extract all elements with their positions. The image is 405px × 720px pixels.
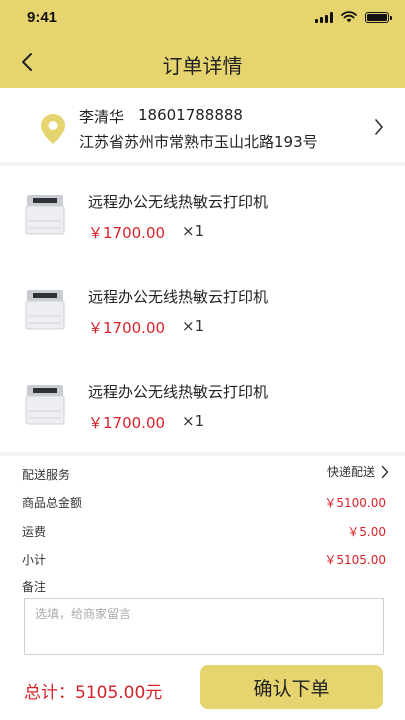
chevron-right-icon xyxy=(381,465,389,478)
page-title: 订单详情 xyxy=(162,54,243,78)
wifi-icon xyxy=(341,11,357,23)
product-item[interactable]: 远程办公无线热敏云打印机 ￥1700.00 ×1 xyxy=(0,356,405,451)
product-price: ￥1700.00 xyxy=(88,414,166,432)
recipient-address: 江苏省苏州市常熟市玉山北路193号 xyxy=(79,133,318,151)
status-time: 9:41 xyxy=(27,9,58,26)
note-label: 备注 xyxy=(22,580,47,594)
product-quantity: ×1 xyxy=(182,317,205,335)
status-bar: 9:41 xyxy=(0,0,405,36)
cellular-signal-icon xyxy=(315,11,333,23)
shipping-method-selector[interactable]: 快递配送 xyxy=(327,463,389,480)
recipient-name: 李清华 xyxy=(79,108,125,126)
product-list: 远程办公无线热敏云打印机 ￥1700.00 ×1 远程办公无线热敏云打印机 ￥1… xyxy=(0,166,405,452)
chevron-right-icon xyxy=(375,119,383,135)
product-item[interactable]: 远程办公无线热敏云打印机 ￥1700.00 ×1 xyxy=(0,166,405,261)
freight-value: ￥5.00 xyxy=(347,525,386,539)
subtotal-label: 小计 xyxy=(22,553,47,567)
battery-icon xyxy=(365,11,392,23)
recipient-phone: 18601788888 xyxy=(138,106,243,124)
printer-image xyxy=(25,385,65,425)
goods-total-label: 商品总金额 xyxy=(22,496,83,510)
product-name: 远程办公无线热敏云打印机 xyxy=(88,193,269,211)
product-price: ￥1700.00 xyxy=(88,224,166,242)
subtotal-value: ￥5105.00 xyxy=(324,553,386,567)
freight-label: 运费 xyxy=(22,525,47,539)
printer-image xyxy=(25,290,65,330)
note-input[interactable] xyxy=(24,598,384,655)
goods-total-value: ￥5100.00 xyxy=(324,496,386,510)
order-total: 总计：5105.00元 xyxy=(24,683,163,703)
product-name: 远程办公无线热敏云打印机 xyxy=(88,383,269,401)
product-quantity: ×1 xyxy=(182,412,205,430)
header: 9:41 订单详情 xyxy=(0,0,405,88)
location-pin-icon xyxy=(41,114,65,144)
printer-image xyxy=(25,195,65,235)
product-item[interactable]: 远程办公无线热敏云打印机 ￥1700.00 ×1 xyxy=(0,261,405,356)
shipping-label: 配送服务 xyxy=(22,468,71,482)
shipping-method-value: 快递配送 xyxy=(326,465,375,479)
status-icons xyxy=(315,11,392,23)
product-quantity: ×1 xyxy=(182,222,205,240)
product-name: 远程办公无线热敏云打印机 xyxy=(88,288,269,306)
product-price: ￥1700.00 xyxy=(88,319,166,337)
confirm-order-button[interactable]: 确认下单 xyxy=(200,665,383,709)
